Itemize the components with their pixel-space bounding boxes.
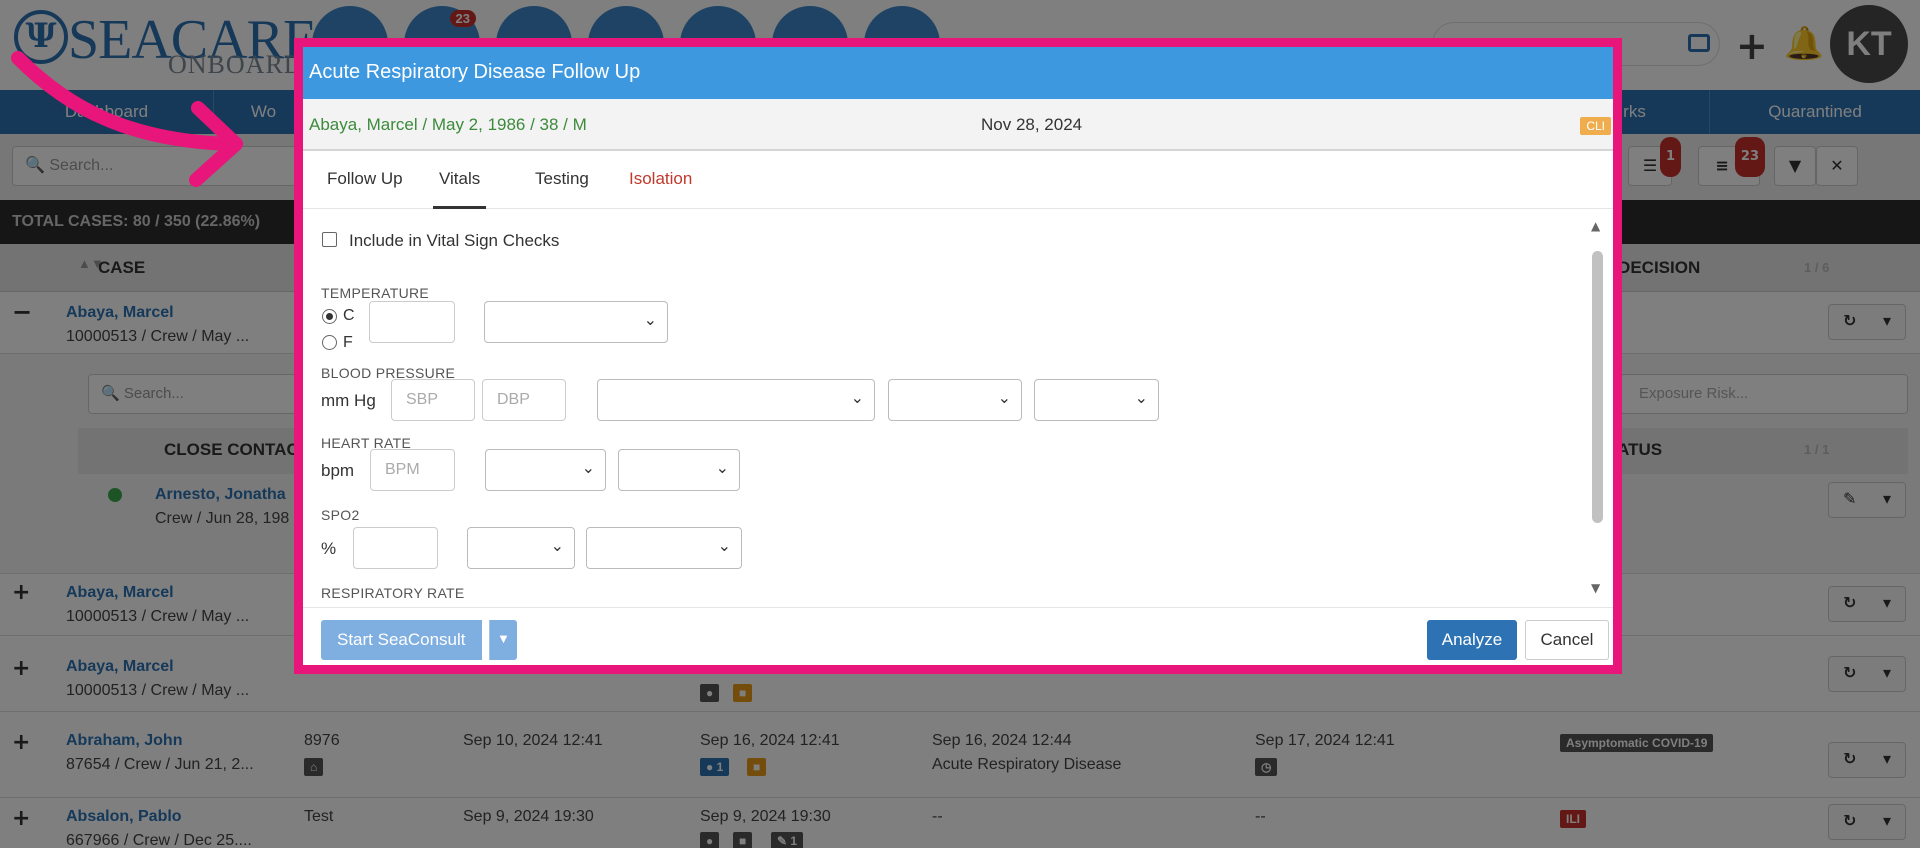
chevron-down-icon: ⌄ (550, 536, 564, 555)
seaconsult-dropdown-icon[interactable]: ▼ (489, 620, 517, 660)
temperature-label: TEMPERATURE (321, 285, 430, 301)
fahrenheit-radio[interactable] (322, 335, 337, 350)
patient-info: Abaya, Marcel / May 2, 1986 / 38 / M (309, 115, 587, 134)
modal-title: Acute Respiratory Disease Follow Up (303, 47, 1613, 99)
modal-tabs: Follow Up Vitals Testing Isolation (303, 153, 1613, 209)
form-scrollbar[interactable]: ▲ ▼ (1589, 219, 1605, 599)
fahrenheit-label: F (343, 334, 353, 351)
chevron-down-icon: ⌄ (717, 536, 731, 555)
vitals-form: Include in Vital Sign Checks TEMPERATURE… (303, 209, 1613, 607)
chevron-down-icon: ⌄ (997, 388, 1011, 407)
temperature-input[interactable] (369, 301, 455, 343)
celsius-radio[interactable] (322, 309, 337, 324)
follow-up-modal: Acute Respiratory Disease Follow Up Abay… (294, 38, 1622, 674)
mmhg-unit: mm Hg (321, 391, 376, 410)
temperature-site-select[interactable]: ⌄ (484, 301, 668, 343)
celsius-label: C (343, 307, 355, 324)
patient-bar: Abaya, Marcel / May 2, 1986 / 38 / M Nov… (303, 99, 1613, 151)
spo2-source-select[interactable]: ⌄ (467, 527, 575, 569)
heart-rate-input[interactable]: BPM (370, 449, 455, 491)
scroll-down-icon[interactable]: ▼ (1591, 581, 1600, 595)
tab-follow-up[interactable]: Follow Up (327, 169, 403, 209)
scroll-up-icon[interactable]: ▲ (1591, 219, 1600, 233)
chevron-down-icon: ⌄ (1134, 388, 1148, 407)
spo2-input[interactable] (353, 527, 438, 569)
bp-position-select[interactable]: ⌄ (597, 379, 875, 421)
annotation-arrow-icon (11, 51, 243, 187)
include-vitals-checkbox[interactable] (322, 232, 337, 247)
start-seaconsult-button[interactable]: Start SeaConsult (321, 620, 482, 660)
tab-testing[interactable]: Testing (535, 169, 589, 209)
chevron-down-icon: ⌄ (643, 310, 657, 329)
hr-site-select[interactable]: ⌄ (618, 449, 740, 491)
dbp-input[interactable]: DBP (482, 379, 566, 421)
cancel-button[interactable]: Cancel (1525, 620, 1609, 660)
analyze-button[interactable]: Analyze (1427, 620, 1517, 660)
modal-footer: Start SeaConsult ▼ Analyze Cancel (303, 607, 1613, 665)
bp-site-select[interactable]: ⌄ (888, 379, 1022, 421)
sbp-input[interactable]: SBP (391, 379, 475, 421)
visit-date: Nov 28, 2024 (981, 115, 1083, 134)
scroll-thumb[interactable] (1592, 251, 1603, 523)
tab-vitals[interactable]: Vitals (433, 169, 487, 209)
bp-method-select[interactable]: ⌄ (1034, 379, 1159, 421)
chevron-down-icon: ⌄ (715, 458, 729, 477)
respiratory-rate-label: RESPIRATORY RATE (321, 585, 465, 601)
chevron-down-icon: ⌄ (581, 458, 595, 477)
spo2-device-select[interactable]: ⌄ (586, 527, 742, 569)
percent-unit: % (321, 539, 337, 558)
tab-isolation[interactable]: Isolation (629, 169, 692, 209)
chevron-down-icon: ⌄ (850, 388, 864, 407)
hr-rhythm-select[interactable]: ⌄ (485, 449, 606, 491)
cli-badge: CLI (1580, 117, 1611, 135)
include-vitals-label: Include in Vital Sign Checks (349, 231, 560, 250)
bpm-unit: bpm (321, 461, 355, 480)
spo2-label: SPO2 (321, 507, 360, 523)
